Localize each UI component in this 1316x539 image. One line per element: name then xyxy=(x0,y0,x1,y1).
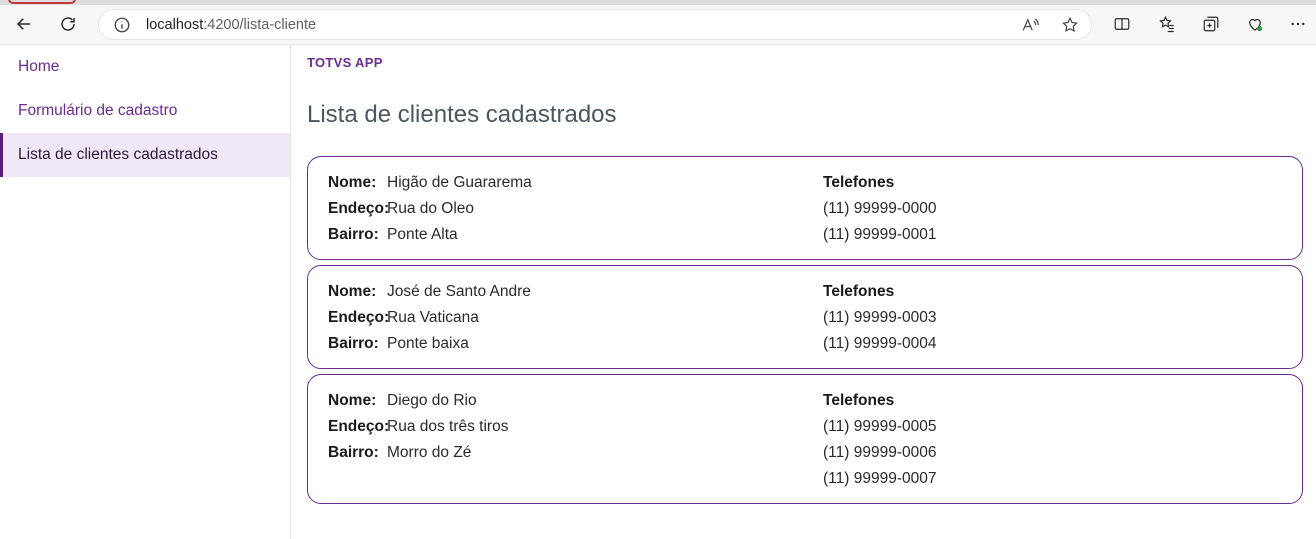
client-address: Rua Vaticana xyxy=(387,309,479,326)
nome-label: Nome: xyxy=(328,283,377,300)
app-brand: TOTVS APP xyxy=(307,55,383,70)
sidebar-item-home[interactable]: Home xyxy=(0,45,290,89)
client-name: Diego do Rio xyxy=(387,392,477,409)
favorite-star-icon[interactable] xyxy=(1061,16,1081,36)
nome-label: Nome: xyxy=(328,174,377,191)
bairro-label: Bairro: xyxy=(328,444,379,461)
client-card: Nome: Higão de Guararema Endeço: Rua do … xyxy=(307,156,1303,260)
telefones-label: Telefones xyxy=(823,174,895,191)
url-host: localhost xyxy=(146,17,204,33)
sidebar-item-label: Formulário de cadastro xyxy=(18,102,178,119)
more-options-icon[interactable] xyxy=(1286,12,1310,36)
sidebar-item-label: Lista de clientes cadastrados xyxy=(18,146,218,163)
nome-label: Nome: xyxy=(328,392,377,409)
browser-toolbar: localhost:4200/lista-cliente xyxy=(0,0,1316,45)
favorites-list-icon[interactable] xyxy=(1155,12,1179,36)
sidebar-item-formulario[interactable]: Formulário de cadastro xyxy=(0,89,290,133)
refresh-icon[interactable] xyxy=(56,12,80,36)
client-phone: (11) 99999-0001 xyxy=(823,226,937,243)
sidebar-item-label: Home xyxy=(18,58,60,75)
bairro-label: Bairro: xyxy=(328,226,379,243)
client-address: Rua dos três tiros xyxy=(387,418,509,435)
endereco-label: Endeço: xyxy=(328,309,390,326)
url-text[interactable]: localhost:4200/lista-cliente xyxy=(146,17,316,33)
client-phone: (11) 99999-0005 xyxy=(823,418,937,435)
sidebar-menu: Home Formulário de cadastro Lista de cli… xyxy=(0,45,291,539)
collections-icon[interactable] xyxy=(1199,12,1223,36)
url-path: :4200/lista-cliente xyxy=(203,17,317,33)
address-bar[interactable]: localhost:4200/lista-cliente xyxy=(98,9,1092,40)
client-name: José de Santo Andre xyxy=(387,283,531,300)
client-phone: (11) 99999-0004 xyxy=(823,335,937,352)
bairro-label: Bairro: xyxy=(328,335,379,352)
client-card: Nome: José de Santo Andre Endeço: Rua Va… xyxy=(307,265,1303,369)
read-aloud-icon[interactable] xyxy=(1021,16,1041,36)
tab-strip xyxy=(0,0,1316,5)
endereco-label: Endeço: xyxy=(328,200,390,217)
info-icon[interactable] xyxy=(113,16,131,34)
client-name: Higão de Guararema xyxy=(387,174,532,191)
client-phone: (11) 99999-0006 xyxy=(823,444,937,461)
client-neighborhood: Ponte Alta xyxy=(387,226,458,243)
client-phone: (11) 99999-0003 xyxy=(823,309,937,326)
client-card: Nome: Diego do Rio Endeço: Rua dos três … xyxy=(307,374,1303,504)
page-title: Lista de clientes cadastrados xyxy=(307,101,617,128)
active-tab[interactable] xyxy=(8,0,76,4)
sidebar-item-lista-clientes[interactable]: Lista de clientes cadastrados xyxy=(0,133,290,177)
endereco-label: Endeço: xyxy=(328,418,390,435)
telefones-label: Telefones xyxy=(823,392,895,409)
back-arrow-icon[interactable] xyxy=(12,12,36,36)
telefones-label: Telefones xyxy=(823,283,895,300)
client-address: Rua do Oleo xyxy=(387,200,475,217)
split-screen-icon[interactable] xyxy=(1110,12,1134,36)
client-neighborhood: Ponte baixa xyxy=(387,335,469,352)
client-neighborhood: Morro do Zé xyxy=(387,444,472,461)
client-phone: (11) 99999-0000 xyxy=(823,200,937,217)
client-phone: (11) 99999-0007 xyxy=(823,470,937,487)
browser-essentials-icon[interactable] xyxy=(1243,12,1267,36)
